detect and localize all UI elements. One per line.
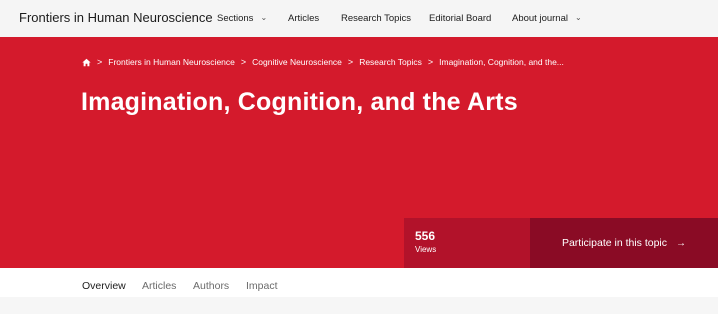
views-label: Views: [415, 245, 437, 254]
chevron-right-icon: >: [427, 57, 434, 67]
nav-about-journal[interactable]: About journal ⌄: [512, 13, 582, 24]
chevron-down-icon: ⌄: [574, 13, 582, 22]
arrow-right-icon: →: [676, 237, 687, 249]
views-count: 556: [415, 229, 436, 243]
tab-impact[interactable]: Impact: [246, 280, 278, 292]
breadcrumb-current: Imagination, Cognition, and the...: [439, 57, 564, 67]
topic-tabs: Overview Articles Authors Impact: [0, 268, 718, 299]
chevron-right-icon: >: [347, 57, 354, 67]
breadcrumb-section[interactable]: Cognitive Neuroscience: [252, 57, 342, 67]
tab-authors[interactable]: Authors: [193, 280, 229, 292]
breadcrumb-journal[interactable]: Frontiers in Human Neuroscience: [108, 57, 235, 67]
participate-label: Participate in this topic: [561, 237, 668, 249]
breadcrumb: > Frontiers in Human Neuroscience > Cogn…: [82, 57, 564, 67]
views-counter: 556 Views: [404, 218, 530, 268]
journal-name-link[interactable]: Frontiers in Human Neuroscience: [19, 10, 213, 25]
nav-articles[interactable]: Articles: [288, 13, 319, 24]
nav-about-journal-label: About journal: [512, 13, 568, 24]
home-icon[interactable]: [82, 58, 91, 67]
tab-articles[interactable]: Articles: [142, 280, 176, 292]
top-navigation: Frontiers in Human Neuroscience Sections…: [0, 0, 718, 37]
chevron-right-icon: >: [97, 57, 103, 67]
page-title: Imagination, Cognition, and the Arts: [81, 88, 518, 116]
nav-research-topics[interactable]: Research Topics: [341, 13, 411, 24]
nav-sections-label: Sections: [217, 13, 254, 24]
participate-button[interactable]: Participate in this topic →: [530, 218, 718, 268]
tab-overview[interactable]: Overview: [82, 280, 126, 299]
content-area: [0, 297, 718, 314]
nav-sections[interactable]: Sections ⌄: [217, 13, 267, 24]
breadcrumb-research-topics[interactable]: Research Topics: [359, 57, 422, 67]
nav-editorial-board[interactable]: Editorial Board: [429, 13, 491, 24]
chevron-down-icon: ⌄: [260, 13, 268, 22]
topic-hero: > Frontiers in Human Neuroscience > Cogn…: [0, 37, 718, 268]
chevron-right-icon: >: [240, 57, 247, 67]
